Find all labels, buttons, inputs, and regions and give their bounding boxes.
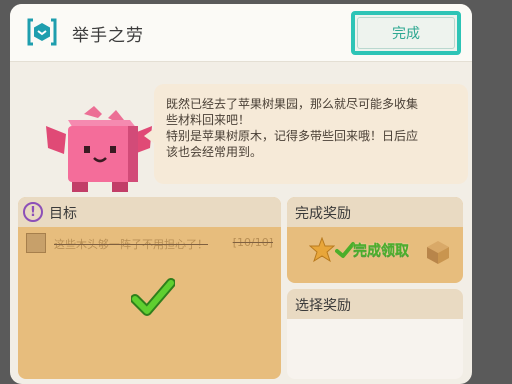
done-button-label: 完成 [357, 17, 455, 49]
wood-crate-icon [427, 241, 449, 264]
wood-block-icon [26, 233, 46, 253]
dialog-line: 既然已经去了苹果树果园，那么就尽可能多收集 [166, 97, 419, 111]
small-check-icon [335, 242, 355, 258]
task-text: 这些木头够一阵子不用担心了！ [54, 238, 208, 251]
dialog-bubble: 既然已经去了苹果树果园，那么就尽可能多收集 些材料回来吧！ 特别是苹果树原木，记… [154, 84, 468, 184]
dialog-line: 该也会经常用到。 [166, 145, 263, 159]
task-count: [10/10] [232, 236, 273, 249]
reward-title: 完成奖励 [295, 206, 351, 222]
dialog-line: 特别是苹果树原木，记得多带些回来哦！日后应 [166, 129, 419, 143]
goal-title: 目标 [49, 206, 77, 222]
goal-header: ! 目标 [18, 197, 281, 227]
exclamation-icon: ! [23, 202, 43, 222]
checkmark-icon [131, 278, 175, 316]
reward-section: 完成奖励 完成领取 [287, 197, 463, 283]
goal-section: ! 目标 这些木头够一阵子不用担心了！ [10/10] [18, 197, 281, 379]
choose-reward-section: 选择奖励 [287, 289, 463, 379]
pink-cube-character [46, 106, 152, 192]
dialog-line: 些材料回来吧！ [166, 113, 251, 127]
choose-reward-header: 选择奖励 [287, 289, 463, 319]
choose-reward-title: 选择奖励 [295, 298, 351, 314]
page-title: 举手之劳 [72, 26, 144, 46]
app-logo-icon [27, 18, 57, 46]
panel-header: 举手之劳 完成 [10, 4, 472, 62]
claimed-status: 完成领取 [353, 243, 409, 259]
quest-panel: 举手之劳 完成 既然已经去了苹果树果园，那么就尽可能多收集 些材料回来吧！ 特别… [10, 4, 472, 384]
task-row: 这些木头够一阵子不用担心了！ [10/10] [24, 233, 275, 255]
reward-header: 完成奖励 [287, 197, 463, 227]
done-button[interactable]: 完成 [351, 11, 461, 55]
reward-content[interactable]: 完成领取 [287, 227, 463, 283]
star-icon [309, 237, 335, 263]
